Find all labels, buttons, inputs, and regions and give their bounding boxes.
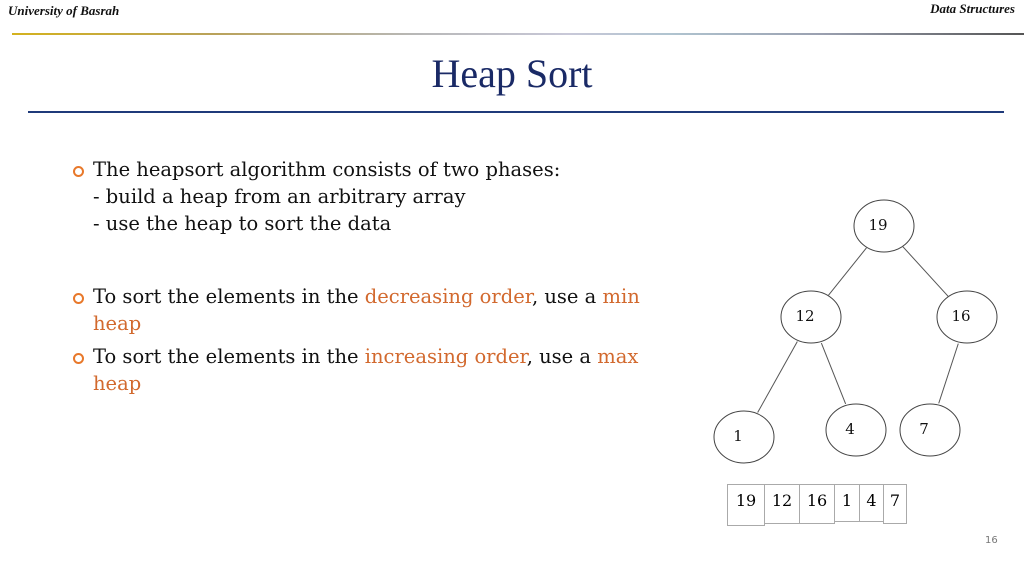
slide-title: Heap Sort: [431, 51, 593, 96]
tree-edge: [902, 246, 949, 297]
tree-edge: [938, 343, 959, 404]
header-institution: University of Basrah: [8, 3, 120, 18]
heap-array: 19 12 16 1 4 7: [727, 484, 907, 526]
bullet-circle-icon: [73, 293, 84, 304]
header-divider: [12, 33, 1024, 35]
tree-node: 19: [853, 199, 915, 253]
array-cell: 7: [883, 484, 907, 524]
array-cell: 12: [764, 484, 800, 524]
node-label: 19: [868, 216, 887, 234]
node-circle: [825, 403, 887, 457]
bullet-subline: - build a heap from an arbitrary array: [93, 185, 466, 208]
tree-node: 7: [899, 403, 961, 457]
header-course: Data Structures: [930, 1, 1015, 16]
array-cell: 16: [799, 484, 835, 524]
node-label: 1: [733, 427, 743, 445]
node-label: 4: [845, 420, 855, 438]
node-circle: [713, 410, 775, 464]
node-circle: [899, 403, 961, 457]
tree-edge: [828, 247, 867, 296]
tree-node: 12: [780, 290, 842, 344]
bullet-text: , use a: [526, 345, 598, 368]
bullet-text: , use a: [531, 285, 603, 308]
bullet-increasing: To sort the elements in the increasing o…: [73, 343, 683, 397]
array-cell: 1: [834, 484, 860, 522]
tree-node: 1: [713, 410, 775, 464]
bullet-decreasing: To sort the elements in the decreasing o…: [73, 283, 683, 337]
tree-node: 4: [825, 403, 887, 457]
highlight-text: decreasing order: [364, 285, 532, 308]
tree-edge: [757, 341, 798, 413]
bullet-text: To sort the elements in the: [93, 285, 365, 308]
bullet-list: The heapsort algorithm consists of two p…: [73, 156, 683, 397]
node-label: 12: [795, 307, 814, 325]
bullet-circle-icon: [73, 353, 84, 364]
page-number: 16: [985, 535, 998, 546]
bullet-phases: The heapsort algorithm consists of two p…: [73, 156, 683, 237]
bullet-text: The heapsort algorithm consists of two p…: [93, 158, 561, 181]
bullet-subline: - use the heap to sort the data: [93, 212, 392, 235]
title-divider: [28, 111, 1004, 113]
tree-node: 16: [936, 290, 998, 344]
array-cell: 19: [727, 484, 765, 526]
node-label: 16: [951, 307, 970, 325]
bullet-circle-icon: [73, 166, 84, 177]
tree-edge: [820, 342, 847, 405]
highlight-text: increasing order: [364, 345, 527, 368]
bullet-text: To sort the elements in the: [93, 345, 365, 368]
array-cell: 4: [859, 484, 884, 522]
node-label: 7: [919, 420, 929, 438]
heap-tree-diagram: 19 12 16 1 4 7: [713, 199, 998, 464]
